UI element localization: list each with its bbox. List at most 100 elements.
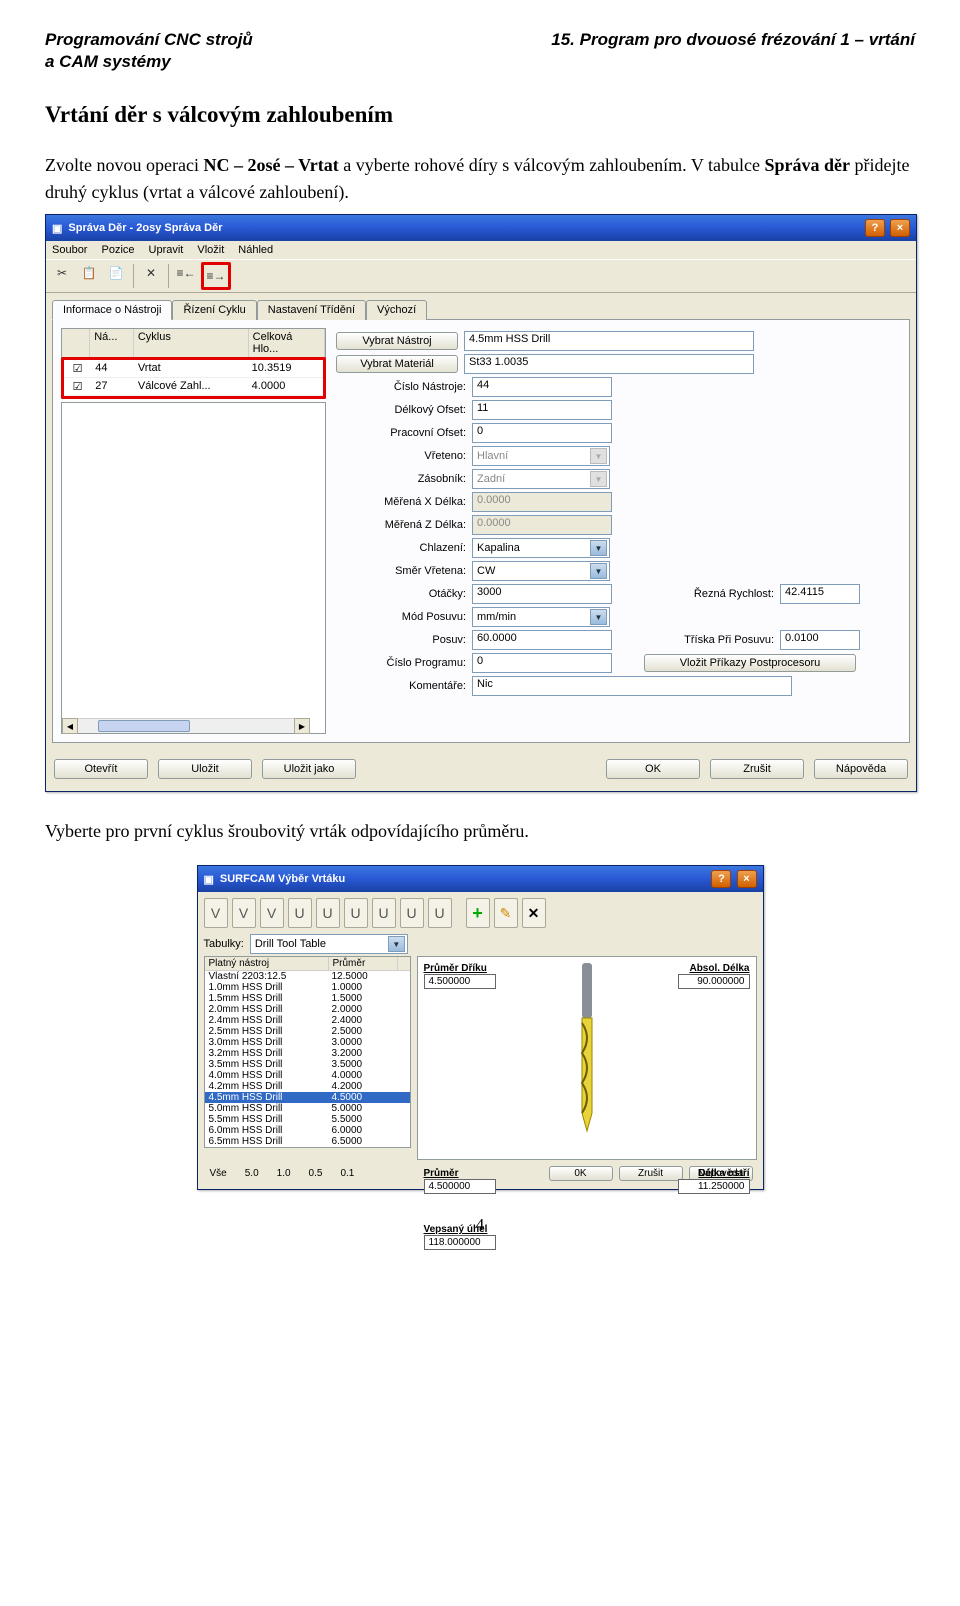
list-item[interactable]: 6.5mm HSS Drill6.5000 (205, 1136, 410, 1147)
delete-icon[interactable]: ✕ (139, 262, 163, 284)
list-item[interactable]: 6.0mm HSS Drill6.0000 (205, 1125, 410, 1136)
select-material-button[interactable]: Vybrat Materiál (336, 355, 458, 373)
list-item[interactable]: 2.0mm HSS Drill2.0000 (205, 1004, 410, 1015)
step-value[interactable]: 5.0 (245, 1168, 259, 1179)
chevron-down-icon[interactable]: ▼ (590, 563, 607, 579)
col-check[interactable] (62, 329, 90, 357)
feedmode-select[interactable]: mm/min▼ (472, 607, 610, 627)
rpm-input[interactable]: 3000 (472, 584, 612, 604)
col-cycle[interactable]: Cyklus (134, 329, 249, 357)
ok-button[interactable]: OK (606, 759, 700, 779)
list-item[interactable]: 4.5mm HSS Drill4.5000 (205, 1092, 410, 1103)
list-item[interactable]: 4.2mm HSS Drill4.2000 (205, 1081, 410, 1092)
add-icon[interactable]: + (466, 898, 490, 928)
outdent-icon[interactable]: ≡← (174, 262, 198, 284)
table-row[interactable]: ☑ 27 Válcové Zahl... 4.0000 (64, 378, 323, 396)
close-icon[interactable]: × (890, 219, 910, 237)
list-item[interactable]: 1.5mm HSS Drill1.5000 (205, 993, 410, 1004)
cancel-button[interactable]: Zrušit (710, 759, 804, 779)
step-value[interactable]: 0.5 (309, 1168, 323, 1179)
drill-type-icon[interactable]: U (400, 898, 424, 928)
help-button[interactable]: Nápověda (814, 759, 908, 779)
tab-default[interactable]: Výchozí (366, 300, 427, 320)
drill-type-icon[interactable]: V (260, 898, 284, 928)
list-item[interactable]: Vlastní 2203:12.512.5000 (205, 971, 410, 982)
cut-icon[interactable]: ✂ (50, 262, 74, 284)
help-icon[interactable]: ? (865, 219, 885, 237)
work-offset-input[interactable]: 0 (472, 423, 612, 443)
select-tool-button[interactable]: Vybrat Nástroj (336, 332, 458, 350)
program-input[interactable]: 0 (472, 653, 612, 673)
drill-type-icon[interactable]: U (428, 898, 452, 928)
menu-edit[interactable]: Upravit (149, 244, 184, 256)
drill-type-icon[interactable]: U (372, 898, 396, 928)
save-as-button[interactable]: Uložit jako (262, 759, 356, 779)
scroll-left-icon[interactable]: ◀ (62, 718, 78, 734)
drill-type-icon[interactable]: U (316, 898, 340, 928)
list-item[interactable]: 2.5mm HSS Drill2.5000 (205, 1026, 410, 1037)
scroll-thumb[interactable] (98, 720, 190, 732)
drill-type-icon[interactable]: U (288, 898, 312, 928)
drill-type-icon[interactable]: V (232, 898, 256, 928)
coolant-select[interactable]: Kapalina▼ (472, 538, 610, 558)
help-icon[interactable]: ? (711, 870, 731, 888)
comments-input[interactable]: Nic (472, 676, 792, 696)
chevron-down-icon[interactable]: ▼ (590, 540, 607, 556)
chevron-down-icon[interactable]: ▼ (590, 609, 607, 625)
edit-icon[interactable]: ✎ (494, 898, 518, 928)
titlebar[interactable]: ▣ Správa Děr - 2osy Správa Děr ? × (46, 215, 916, 241)
menu-insert[interactable]: Vložit (197, 244, 224, 256)
col-dia[interactable]: Průměr (329, 957, 398, 970)
close-icon[interactable]: × (737, 870, 757, 888)
drill-select-dialog: ▣ SURFCAM Výběr Vrtáku ? × V V V U U U U… (197, 865, 764, 1190)
label-cutspeed: Řezná Rychlost: (664, 588, 774, 600)
hole-manager-dialog: ▣ Správa Děr - 2osy Správa Děr ? × Soubo… (45, 214, 917, 792)
toolbar: ✂ 📋 📄 ✕ ≡← ≡→ (46, 259, 916, 293)
len-offset-input[interactable]: 11 (472, 400, 612, 420)
col-depth[interactable]: Celková Hlo... (249, 329, 325, 357)
list-item[interactable]: 3.5mm HSS Drill3.5000 (205, 1059, 410, 1070)
col-tool[interactable]: Platný nástroj (205, 957, 329, 970)
col-na[interactable]: Ná... (90, 329, 134, 357)
indent-icon[interactable]: ≡→ (204, 265, 228, 287)
list-item[interactable]: 1.0mm HSS Drill1.0000 (205, 982, 410, 993)
direction-select[interactable]: CW▼ (472, 561, 610, 581)
menu-position[interactable]: Pozice (101, 244, 134, 256)
cutspeed-input[interactable]: 42.4115 (780, 584, 860, 604)
titlebar[interactable]: ▣ SURFCAM Výběr Vrtáku ? × (198, 866, 763, 892)
step-value[interactable]: 0.1 (340, 1168, 354, 1179)
open-button[interactable]: Otevřít (54, 759, 148, 779)
list-item[interactable]: 5.0mm HSS Drill5.0000 (205, 1103, 410, 1114)
list-item[interactable]: 4.0mm HSS Drill4.0000 (205, 1070, 410, 1081)
label-mz: Měřená Z Délka: (336, 519, 466, 531)
list-item[interactable]: 2.4mm HSS Drill2.4000 (205, 1015, 410, 1026)
chevron-down-icon[interactable]: ▼ (388, 936, 405, 952)
paste-icon[interactable]: 📄 (104, 262, 128, 284)
post-commands-button[interactable]: Vložit Příkazy Postprocesoru (644, 654, 856, 672)
copy-icon[interactable]: 📋 (77, 262, 101, 284)
tables-select[interactable]: Drill Tool Table ▼ (250, 934, 408, 954)
chip-input[interactable]: 0.0100 (780, 630, 860, 650)
delete-icon[interactable]: ✕ (522, 898, 546, 928)
table-row[interactable]: ☑ 44 Vrtat 10.3519 (64, 360, 323, 378)
cycle-table: Ná... Cyklus Celková Hlo... ☑ 44 Vrtat 1… (61, 328, 326, 399)
drill-type-icon[interactable]: V (204, 898, 228, 928)
save-button[interactable]: Uložit (158, 759, 252, 779)
list-item[interactable]: 5.5mm HSS Drill5.5000 (205, 1114, 410, 1125)
list-item[interactable]: 3.0mm HSS Drill3.0000 (205, 1037, 410, 1048)
edge-length-value: 11.250000 (678, 1179, 750, 1194)
list-item[interactable]: 3.2mm HSS Drill3.2000 (205, 1048, 410, 1059)
menu-preview[interactable]: Náhled (238, 244, 273, 256)
list-item[interactable]: 7.0mm HSS Drill7.0000 (205, 1147, 410, 1148)
feed-input[interactable]: 60.0000 (472, 630, 612, 650)
tab-sort[interactable]: Nastavení Třídění (257, 300, 366, 320)
tab-tool-info[interactable]: Informace o Nástroji (52, 300, 172, 320)
menu-file[interactable]: Soubor (52, 244, 87, 256)
drill-type-toolbar: V V V U U U U U U + ✎ ✕ (204, 896, 757, 932)
step-value[interactable]: 1.0 (277, 1168, 291, 1179)
tool-no-input[interactable]: 44 (472, 377, 612, 397)
scroll-right-icon[interactable]: ▶ (294, 718, 310, 734)
tab-cycle[interactable]: Řízení Cyklu (172, 300, 256, 320)
drill-type-icon[interactable]: U (344, 898, 368, 928)
scrollbar-horizontal[interactable]: ◀ ▶ (62, 718, 310, 733)
